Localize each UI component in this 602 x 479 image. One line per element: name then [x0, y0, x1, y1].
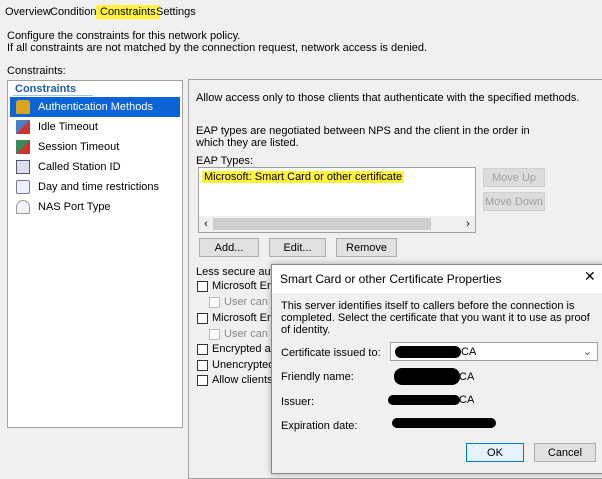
horizontal-scrollbar[interactable]: ‹ › [199, 216, 475, 232]
expiration-label: Expiration date: [281, 420, 358, 432]
station-id-icon [16, 160, 30, 174]
constraints-tree[interactable]: Constraints Authentication Methods Idle … [7, 80, 183, 428]
sidebar-item-day-time[interactable]: Day and time restrictions [10, 177, 180, 197]
chevron-down-icon[interactable]: ⌄ [583, 345, 592, 358]
friendly-name-value: CA [459, 371, 475, 383]
add-button[interactable]: Add... [199, 238, 259, 257]
issuer-label: Issuer: [281, 396, 315, 408]
close-icon[interactable]: ✕ [584, 268, 596, 285]
edit-button[interactable]: Edit... [269, 238, 326, 257]
antenna-icon [16, 200, 30, 214]
issuer-value: CA [459, 394, 475, 406]
description-line-1: Configure the constraints for this netwo… [7, 30, 241, 42]
eap-item[interactable]: Microsoft: Smart Card or other certifica… [202, 171, 405, 183]
certificate-select[interactable]: CA ⌄ [390, 342, 598, 361]
lock-icon [16, 100, 30, 114]
description-line-2: If all constraints are not matched by th… [7, 42, 428, 54]
cancel-button[interactable]: Cancel [534, 443, 596, 462]
idle-timeout-icon [16, 120, 30, 134]
tab-settings[interactable]: Settings [154, 5, 198, 19]
sidebar-item-session-timeout[interactable]: Session Timeout [10, 137, 180, 157]
intro-text: Allow access only to those clients that … [196, 92, 580, 104]
eap-types-list[interactable]: Microsoft: Smart Card or other certifica… [198, 167, 476, 233]
move-up-button[interactable]: Move Up [483, 168, 545, 187]
remove-button[interactable]: Remove [336, 238, 397, 257]
eap-note: EAP types are negotiated between NPS and… [196, 125, 530, 149]
tab-overview[interactable]: Overview [3, 5, 53, 19]
tree-header: Constraints [15, 83, 77, 95]
issued-to-label: Certificate issued to: [281, 347, 381, 359]
sidebar-item-idle-timeout[interactable]: Idle Timeout [10, 117, 180, 137]
scroll-left-icon[interactable]: ‹ [199, 218, 213, 230]
dialog-title: Smart Card or other Certificate Properti… [280, 272, 502, 286]
constraints-label: Constraints: [7, 65, 66, 77]
ok-button[interactable]: OK [466, 443, 524, 462]
eap-types-label: EAP Types: [196, 155, 254, 167]
session-timeout-icon [16, 140, 30, 154]
calendar-clock-icon [16, 180, 30, 194]
move-down-button[interactable]: Move Down [483, 192, 545, 211]
sidebar-item-called-station-id[interactable]: Called Station ID [10, 157, 180, 177]
scroll-right-icon[interactable]: › [461, 218, 475, 230]
tab-constraints[interactable]: Constraints [96, 5, 160, 19]
dialog-text: This server identifies itself to callers… [281, 300, 590, 336]
sidebar-item-nas-port-type[interactable]: NAS Port Type [10, 197, 180, 217]
sidebar-item-authentication-methods[interactable]: Authentication Methods [10, 97, 180, 117]
certificate-properties-dialog: Smart Card or other Certificate Properti… [271, 264, 602, 474]
friendly-name-label: Friendly name: [281, 371, 354, 383]
